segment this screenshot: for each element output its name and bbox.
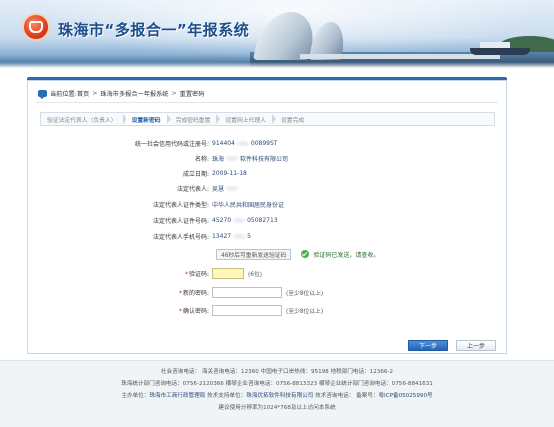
row-confirm-password: *确认密码: (至少8位以上) bbox=[28, 304, 506, 316]
breadcrumb-prefix: 当前位置: bbox=[50, 90, 77, 98]
footer-icp-link[interactable]: 粤ICP备05025990号 bbox=[378, 393, 432, 399]
system-logo-icon bbox=[22, 13, 50, 41]
new-password-label: 新的密码: bbox=[182, 289, 209, 297]
system-title: 珠海市“多报合一”年报系统 bbox=[58, 21, 250, 39]
rep-label: 法定代表人: bbox=[176, 185, 209, 193]
footer-tech-org: 珠海优拓软件科技有限公司 bbox=[246, 393, 314, 399]
ship-hull bbox=[470, 48, 530, 55]
banner-fade bbox=[0, 62, 554, 68]
row-credit-code: 统一社会信用代码或注册号: 914404 00899ST bbox=[28, 137, 506, 149]
code-sent-message: 验证码已发送，请查收。 bbox=[313, 251, 380, 259]
required-mark: * bbox=[178, 289, 182, 297]
row-sms: 46秒后可重新发送验证码 验证码已发送，请查收。 bbox=[28, 248, 506, 260]
step-reset-complete: 完成密码重置 bbox=[170, 113, 221, 125]
step-progress: 验证法定代表人（负责人） 设置新密码 完成密码重置 设置网上代理人 设置完成 bbox=[40, 112, 495, 126]
new-password-input[interactable] bbox=[212, 286, 282, 298]
step-set-password: 设置新密码 bbox=[125, 113, 171, 125]
confirm-password-label: 确认密码: bbox=[182, 307, 209, 315]
row-date: 成立日期: 2009-11-18 bbox=[28, 167, 506, 179]
main-panel: 当前位置: 首页 > 珠海市多报合一年报系统 > 重置密码 验证法定代表人（负责… bbox=[27, 80, 507, 354]
confirm-password-label-wrap: *确认密码: bbox=[28, 306, 212, 315]
name-label: 名称: bbox=[194, 155, 209, 163]
footer-host-label: 主办单位： bbox=[121, 393, 150, 399]
breadcrumb-current: 重置密码 bbox=[179, 90, 205, 98]
credit-code-value-start: 914404 bbox=[212, 139, 235, 147]
redaction-blur bbox=[231, 232, 248, 240]
required-mark: * bbox=[184, 270, 188, 278]
name-value-end: 软件科技有限公司 bbox=[240, 155, 289, 163]
row-cert-no: 法定代表人证件号码: 45270 05082713 bbox=[28, 214, 506, 226]
page-footer: 社会咨询电话： 海关咨询电话：12360 中国电子口岸热线：95198 地税部门… bbox=[0, 360, 554, 427]
footer-hotlines: 社会咨询电话： 海关咨询电话：12360 中国电子口岸热线：95198 地税部门… bbox=[160, 369, 394, 375]
phone-value-end: 5 bbox=[247, 232, 251, 240]
phone-value-start: 13427 bbox=[212, 232, 232, 240]
name-value-start: 珠海 bbox=[212, 155, 225, 163]
header-banner: 珠海市“多报合一”年报系统 bbox=[0, 0, 554, 68]
step-verify-rep: 验证法定代表人（负责人） bbox=[41, 113, 127, 125]
phone-label: 法定代表人手机号码: bbox=[152, 233, 209, 241]
footer-tech-label: 技术支持单位： bbox=[205, 393, 247, 399]
new-password-hint: (至少8位以上) bbox=[286, 290, 324, 297]
required-mark: * bbox=[178, 307, 182, 315]
footer-resolution-note: 建议使用分辨率为1024*768及以上访问本系统 bbox=[218, 405, 336, 411]
redaction-blur bbox=[231, 216, 248, 224]
breadcrumb-system[interactable]: 珠海市多报合一年报系统 bbox=[100, 89, 168, 98]
breadcrumb-divider bbox=[36, 102, 498, 103]
check-circle-icon bbox=[301, 250, 310, 258]
redaction-blur bbox=[224, 154, 241, 162]
breadcrumb-sep: > bbox=[92, 89, 98, 97]
redaction-blur bbox=[234, 139, 251, 147]
resend-code-button[interactable]: 46秒后可重新发送验证码 bbox=[216, 248, 292, 260]
verify-code-label: 验证码: bbox=[188, 270, 209, 278]
row-rep: 法定代表人: 吴慧 bbox=[28, 182, 506, 194]
cert-no-value-end: 05082713 bbox=[247, 216, 278, 224]
step-done: 设置完成 bbox=[280, 117, 305, 124]
cert-no-label: 法定代表人证件号码: bbox=[152, 217, 209, 225]
cert-type-value: 中华人民共和国居民身份证 bbox=[212, 201, 285, 209]
confirm-password-input[interactable] bbox=[212, 304, 282, 316]
verify-code-hint: (6位) bbox=[248, 271, 263, 278]
redaction-blur bbox=[224, 184, 241, 192]
date-label: 成立日期: bbox=[182, 170, 209, 178]
row-phone: 法定代表人手机号码: 13427 5 bbox=[28, 230, 506, 242]
footer-organizers: 主办单位：珠海市工商行政管理局 技术支持单位：珠海优拓软件科技有限公司 技术咨询… bbox=[0, 391, 554, 399]
banner-pier bbox=[300, 54, 500, 59]
row-verify-code: *验证码: (6位) bbox=[28, 267, 506, 279]
footer-statistics-hotlines: 珠海统计部门咨询电话：0756-2120366 横琴企业咨询电话：0756-88… bbox=[121, 381, 433, 387]
new-password-label-wrap: *新的密码: bbox=[28, 288, 212, 297]
row-name: 名称: 珠海 软件科技有限公司 bbox=[28, 152, 506, 164]
prev-step-button[interactable]: 上一步 bbox=[456, 340, 496, 351]
credit-code-label: 统一社会信用代码或注册号: bbox=[134, 140, 209, 148]
location-icon bbox=[38, 89, 47, 99]
breadcrumb-sep: > bbox=[171, 89, 177, 97]
cert-type-label: 法定代表人证件类型: bbox=[152, 201, 209, 209]
footer-record-label: 技术咨询电话： 备案号： bbox=[313, 393, 379, 399]
next-step-button[interactable]: 下一步 bbox=[408, 340, 448, 351]
breadcrumb: 当前位置: 首页 > 珠海市多报合一年报系统 > 重置密码 bbox=[28, 86, 506, 100]
footer-host-org: 珠海市工商行政管理局 bbox=[149, 393, 206, 399]
rep-value: 吴慧 bbox=[212, 185, 225, 193]
row-new-password: *新的密码: (至少8位以上) bbox=[28, 286, 506, 298]
breadcrumb-home[interactable]: 首页 bbox=[77, 89, 89, 98]
step-set-agent: 设置网上代理人 bbox=[219, 113, 276, 125]
date-value: 2009-11-18 bbox=[212, 169, 247, 177]
verify-code-label-wrap: *验证码: bbox=[28, 269, 212, 278]
confirm-password-hint: (至少8位以上) bbox=[286, 308, 324, 315]
verify-code-input[interactable] bbox=[212, 267, 244, 279]
cert-no-value-start: 45270 bbox=[212, 216, 232, 224]
row-cert-type: 法定代表人证件类型: 中华人民共和国居民身份证 bbox=[28, 198, 506, 210]
credit-code-value-end: 00899ST bbox=[250, 139, 278, 147]
